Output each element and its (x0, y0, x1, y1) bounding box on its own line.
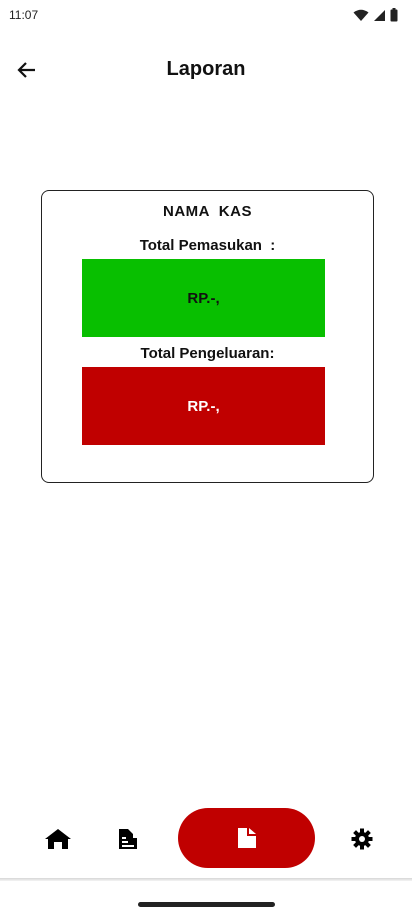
nav-divider (0, 878, 412, 881)
list-document-icon (119, 829, 137, 849)
kas-name: NAMA KAS (163, 203, 252, 220)
status-bar: 11:07 (0, 0, 412, 30)
gear-icon (351, 828, 373, 850)
battery-icon (390, 8, 398, 22)
report-document-icon (237, 828, 256, 848)
home-indicator[interactable] (138, 902, 275, 907)
income-value: RP.-, (187, 289, 220, 307)
status-icons (353, 8, 398, 22)
income-label: Total Pemasukan : (139, 237, 276, 254)
nav-settings-button[interactable] (349, 826, 375, 852)
page-title: Laporan (166, 58, 246, 80)
nav-transactions-button[interactable] (115, 826, 141, 852)
bottom-navigation (0, 800, 412, 878)
expense-value-box: RP.-, (82, 367, 325, 445)
app-bar: Laporan (0, 48, 412, 92)
wifi-icon (353, 9, 369, 21)
report-card: NAMA KAS Total Pemasukan : RP.-, Total P… (41, 190, 374, 483)
home-icon (45, 829, 71, 849)
status-time: 11:07 (9, 8, 39, 22)
nav-report-button[interactable] (178, 808, 315, 868)
income-value-box: RP.-, (82, 259, 325, 337)
signal-icon (374, 9, 385, 21)
expense-label: Total Pengeluaran: (140, 345, 275, 362)
expense-value: RP.-, (187, 397, 220, 415)
nav-home-button[interactable] (44, 826, 72, 852)
